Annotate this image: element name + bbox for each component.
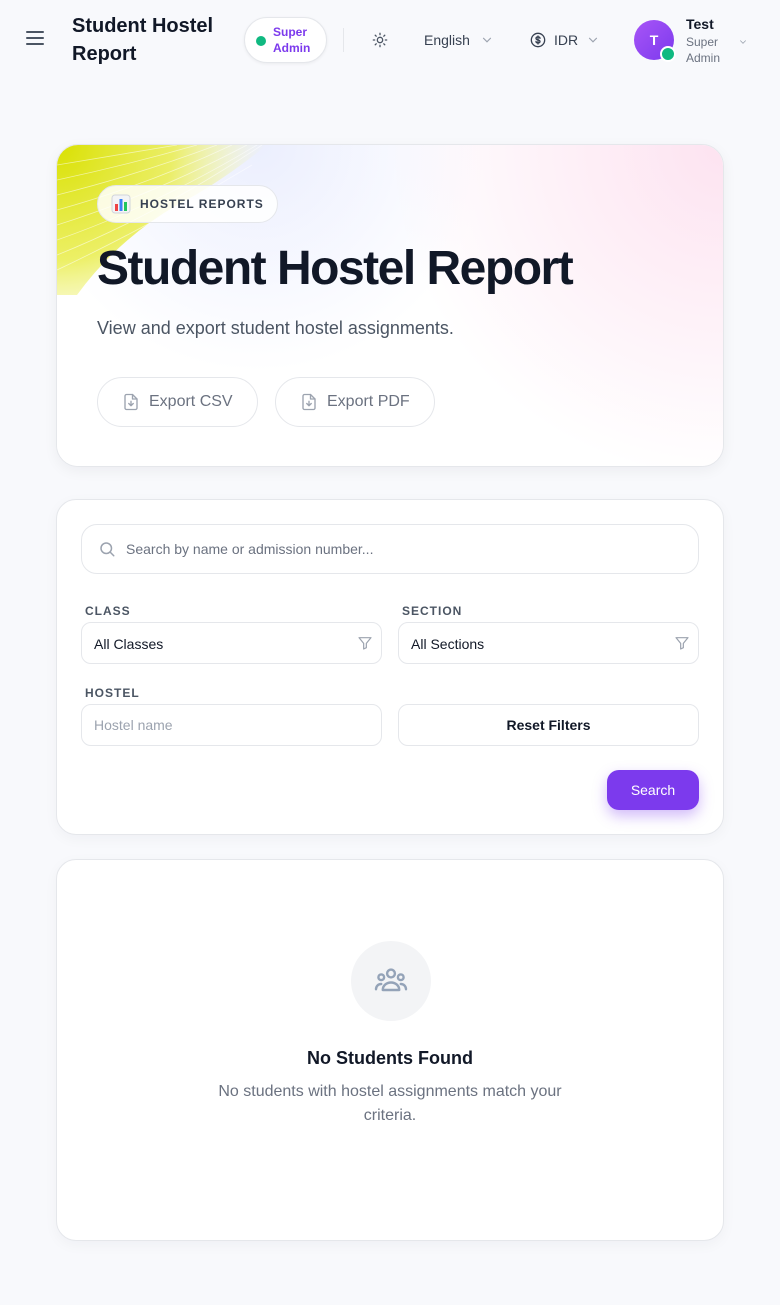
sun-icon xyxy=(372,32,388,48)
export-pdf-button[interactable]: Export PDF xyxy=(275,377,435,427)
class-select[interactable]: All Classes xyxy=(81,622,382,664)
reset-filters-button[interactable]: Reset Filters xyxy=(398,704,699,746)
class-filter-label: CLASS xyxy=(85,604,131,618)
filter-card: CLASS All Classes SECTION All Sections H… xyxy=(56,499,724,835)
export-csv-button[interactable]: Export CSV xyxy=(97,377,258,427)
chevron-down-icon xyxy=(482,37,492,43)
user-role: Super Admin xyxy=(686,35,721,65)
header-divider xyxy=(343,28,344,52)
export-pdf-label: Export PDF xyxy=(327,393,410,410)
users-group-icon xyxy=(374,968,408,992)
language-label: English xyxy=(424,32,470,48)
user-menu-toggle[interactable] xyxy=(738,34,748,52)
avatar-online-dot xyxy=(660,46,676,62)
theme-toggle-button[interactable] xyxy=(366,26,394,54)
search-icon xyxy=(100,542,115,557)
empty-state-title: No Students Found xyxy=(307,1048,473,1068)
hostel-input[interactable] xyxy=(81,704,382,746)
user-name: Test xyxy=(686,16,714,32)
class-select-value: All Classes xyxy=(94,636,164,652)
currency-label: IDR xyxy=(554,32,579,48)
section-select-value: All Sections xyxy=(411,636,485,652)
search-button[interactable]: Search xyxy=(607,770,699,810)
search-input[interactable] xyxy=(126,525,686,573)
empty-state-description: No students with hostel assignments matc… xyxy=(218,1083,562,1124)
online-status-dot xyxy=(256,36,266,46)
hostel-filter-label: HOSTEL xyxy=(85,686,140,700)
hero-badge-label: HOSTEL REPORTS xyxy=(140,197,264,211)
chevron-down-icon xyxy=(740,40,746,44)
hamburger-menu-icon[interactable] xyxy=(26,31,46,49)
file-download-icon xyxy=(124,393,138,411)
empty-state-card: No Students Found No students with hoste… xyxy=(56,859,724,1241)
bar-chart-icon xyxy=(111,194,131,214)
avatar-initial: T xyxy=(649,32,659,48)
role-badge: Super Admin xyxy=(244,17,327,63)
export-csv-label: Export CSV xyxy=(149,393,233,410)
section-select[interactable]: All Sections xyxy=(398,622,699,664)
filter-icon xyxy=(675,637,689,650)
section-filter-label: SECTION xyxy=(402,604,463,618)
hero-subtitle: View and export student hostel assignmen… xyxy=(97,318,454,338)
empty-state-icon-wrap xyxy=(351,941,431,1021)
chevron-down-icon xyxy=(589,37,598,43)
filter-icon xyxy=(358,637,372,650)
top-navbar: Student Hostel Report Super Admin Englis… xyxy=(0,0,780,80)
role-badge-label: Super Admin xyxy=(273,25,311,55)
language-selector[interactable]: English xyxy=(424,30,494,50)
dollar-circle-icon xyxy=(530,32,546,48)
hero-card: HOSTEL REPORTS Student Hostel Report Vie… xyxy=(56,144,724,467)
hero-title: Student Hostel Report xyxy=(97,242,574,295)
currency-selector[interactable]: IDR xyxy=(530,30,600,50)
hero-badge: HOSTEL REPORTS xyxy=(97,185,278,223)
search-box xyxy=(81,524,699,574)
page-title: Student Hostel Report xyxy=(72,15,214,65)
file-download-icon xyxy=(302,393,316,411)
